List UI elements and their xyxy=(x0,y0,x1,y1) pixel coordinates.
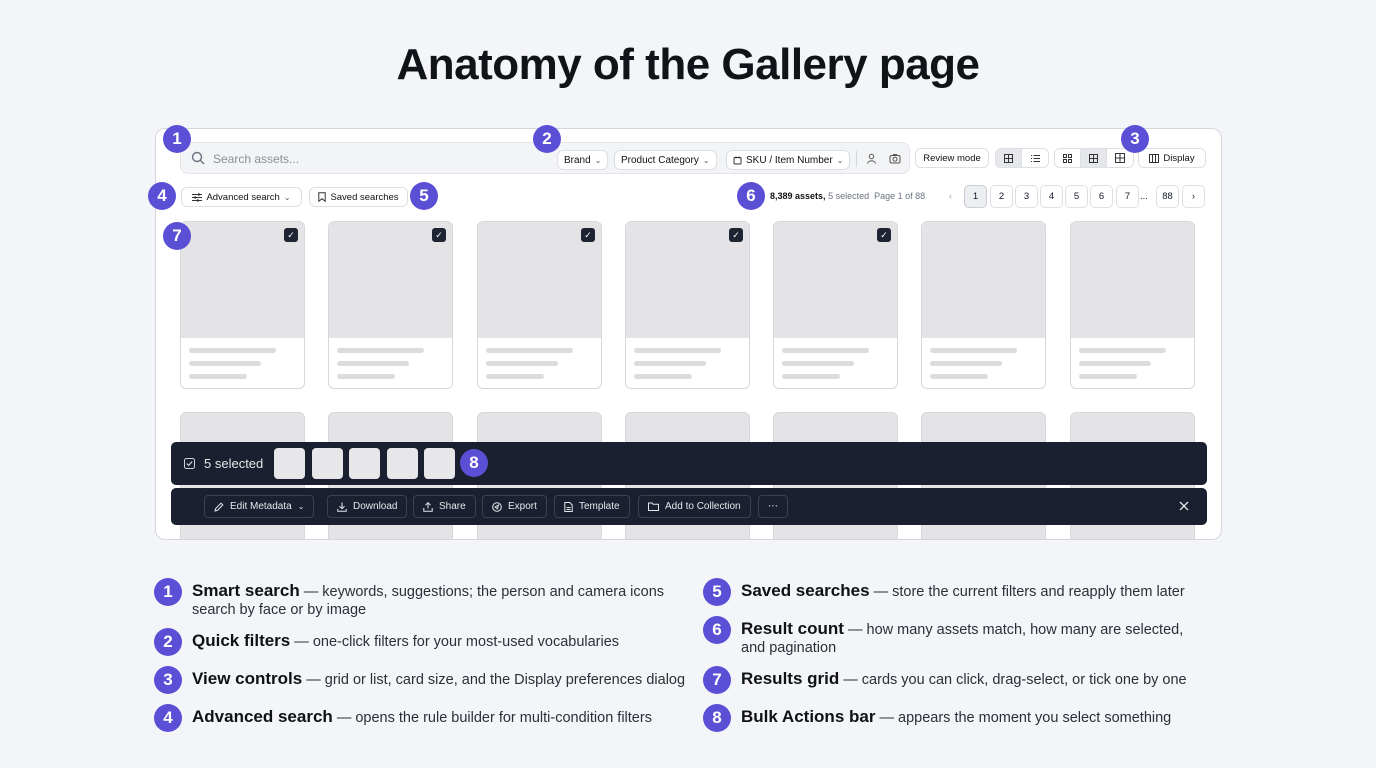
legend-item-2: 2 Quick filters — one-click filters for … xyxy=(154,628,694,656)
page-4[interactable]: 4 xyxy=(1040,185,1063,208)
page-6[interactable]: 6 xyxy=(1090,185,1113,208)
result-count: 8,389 assets, 5 selected Page 1 of 88 xyxy=(770,191,926,201)
callout-badge-7: 7 xyxy=(163,222,191,250)
asset-card[interactable]: ✓ xyxy=(180,221,305,389)
page-5[interactable]: 5 xyxy=(1065,185,1088,208)
checkbox-checked-icon[interactable]: ✓ xyxy=(729,228,743,242)
selected-thumbnail[interactable] xyxy=(274,448,305,479)
bulk-actions-bar: Edit Metadata ⌄ Download Share Export Tem… xyxy=(171,488,1207,525)
globe-icon xyxy=(492,501,502,512)
selected-thumbnail[interactable] xyxy=(424,448,455,479)
callout-badge-4: 4 xyxy=(148,182,176,210)
callout-badge-8: 8 xyxy=(460,449,488,477)
page-3[interactable]: 3 xyxy=(1015,185,1038,208)
bookmark-icon xyxy=(318,192,327,202)
list-view-icon[interactable] xyxy=(1022,149,1048,167)
checkbox-checked-icon[interactable]: ✓ xyxy=(284,228,298,242)
gallery-screenshot: Search assets... Brand ⌄ Product Category… xyxy=(155,128,1222,540)
callout-badge-5: 5 xyxy=(410,182,438,210)
checkbox-icon xyxy=(184,458,195,469)
legend-item-6: 6 Result count — how many assets match, … xyxy=(703,616,1203,657)
chevron-down-icon: ⌄ xyxy=(297,502,305,511)
selected-thumbnail[interactable] xyxy=(349,448,380,479)
small-cards-icon[interactable] xyxy=(1055,149,1081,167)
edit-metadata-button[interactable]: Edit Metadata ⌄ xyxy=(204,495,315,518)
checkbox-checked-icon[interactable]: ✓ xyxy=(877,228,891,242)
download-button[interactable]: Download xyxy=(327,495,408,518)
template-button[interactable]: Template xyxy=(554,495,630,518)
asset-card[interactable] xyxy=(921,221,1046,389)
legend-item-4: 4 Advanced search — opens the rule build… xyxy=(154,704,694,732)
sliders-icon xyxy=(192,192,203,202)
selected-count: 5 selected xyxy=(204,456,264,471)
search-input[interactable]: Search assets... xyxy=(213,152,299,166)
add-to-collection-button[interactable]: Add to Collection xyxy=(638,495,751,518)
saved-searches-button[interactable]: Saved searches xyxy=(309,187,408,207)
folder-icon xyxy=(648,502,659,511)
legend-item-1: 1 Smart search — keywords, suggestions; … xyxy=(154,578,694,619)
page-2[interactable]: 2 xyxy=(990,185,1013,208)
person-icon[interactable] xyxy=(866,153,877,164)
next-page-icon[interactable]: › xyxy=(1182,185,1205,208)
callout-badge-3: 3 xyxy=(1121,125,1149,153)
pencil-icon xyxy=(214,501,224,512)
share-button[interactable]: Share xyxy=(413,495,476,518)
quick-filter-brand[interactable]: Brand ⌄ xyxy=(557,150,609,170)
camera-icon[interactable] xyxy=(889,153,901,164)
asset-card[interactable] xyxy=(1070,221,1195,389)
checkbox-checked-icon[interactable]: ✓ xyxy=(432,228,446,242)
review-mode-button[interactable]: Review mode xyxy=(915,148,989,168)
chevron-down-icon: ⌄ xyxy=(283,192,291,202)
asset-card[interactable]: ✓ xyxy=(773,221,898,389)
divider xyxy=(856,151,857,167)
card-size-toggle[interactable] xyxy=(1054,148,1134,168)
page-title: Anatomy of the Gallery page xyxy=(396,40,980,89)
advanced-search-button[interactable]: Advanced search ⌄ xyxy=(181,187,302,207)
share-icon xyxy=(423,501,433,512)
page-last[interactable]: 88 xyxy=(1156,185,1179,208)
search-icon xyxy=(191,151,205,165)
columns-icon xyxy=(1149,153,1160,163)
selected-thumbnail[interactable] xyxy=(387,448,418,479)
export-button[interactable]: Export xyxy=(482,495,547,518)
download-icon xyxy=(337,502,347,512)
callout-badge-6: 6 xyxy=(737,182,765,210)
legend-item-5: 5 Saved searches — store the current fil… xyxy=(703,578,1203,606)
callout-badge-1: 1 xyxy=(163,125,191,153)
chevron-down-icon: ⌄ xyxy=(702,155,710,165)
more-actions-button[interactable]: ⋯ xyxy=(758,495,788,518)
chevron-down-icon: ⌄ xyxy=(836,155,844,165)
bulk-selection-bar: 5 selected xyxy=(171,442,1207,485)
display-button[interactable]: Display xyxy=(1138,148,1206,168)
asset-card[interactable]: ✓ xyxy=(328,221,453,389)
selected-thumbnail[interactable] xyxy=(312,448,343,479)
quick-filter-product-category[interactable]: Product Category ⌄ xyxy=(614,150,717,170)
chevron-down-icon: ⌄ xyxy=(594,155,602,165)
legend-item-8: 8 Bulk Actions bar — appears the moment … xyxy=(703,704,1203,732)
medium-cards-icon[interactable] xyxy=(1081,149,1107,167)
grid-view-icon[interactable] xyxy=(996,149,1022,167)
asset-card[interactable]: ✓ xyxy=(477,221,602,389)
legend-item-7: 7 Results grid — cards you can click, dr… xyxy=(703,666,1203,694)
tag-icon xyxy=(733,156,742,164)
legend-item-3: 3 View controls — grid or list, card siz… xyxy=(154,666,694,694)
page-1[interactable]: 1 xyxy=(964,185,987,208)
quick-filter-sku[interactable]: SKU / Item Number ⌄ xyxy=(726,150,851,170)
checkbox-checked-icon[interactable]: ✓ xyxy=(581,228,595,242)
document-icon xyxy=(564,501,573,512)
asset-card[interactable]: ✓ xyxy=(625,221,750,389)
callout-badge-2: 2 xyxy=(533,125,561,153)
view-toggle[interactable] xyxy=(995,148,1049,168)
prev-page-icon[interactable]: ‹ xyxy=(939,185,962,208)
page-7[interactable]: 7 xyxy=(1116,185,1139,208)
close-icon[interactable] xyxy=(1179,501,1189,511)
page-ellipsis: ... xyxy=(1140,191,1148,202)
